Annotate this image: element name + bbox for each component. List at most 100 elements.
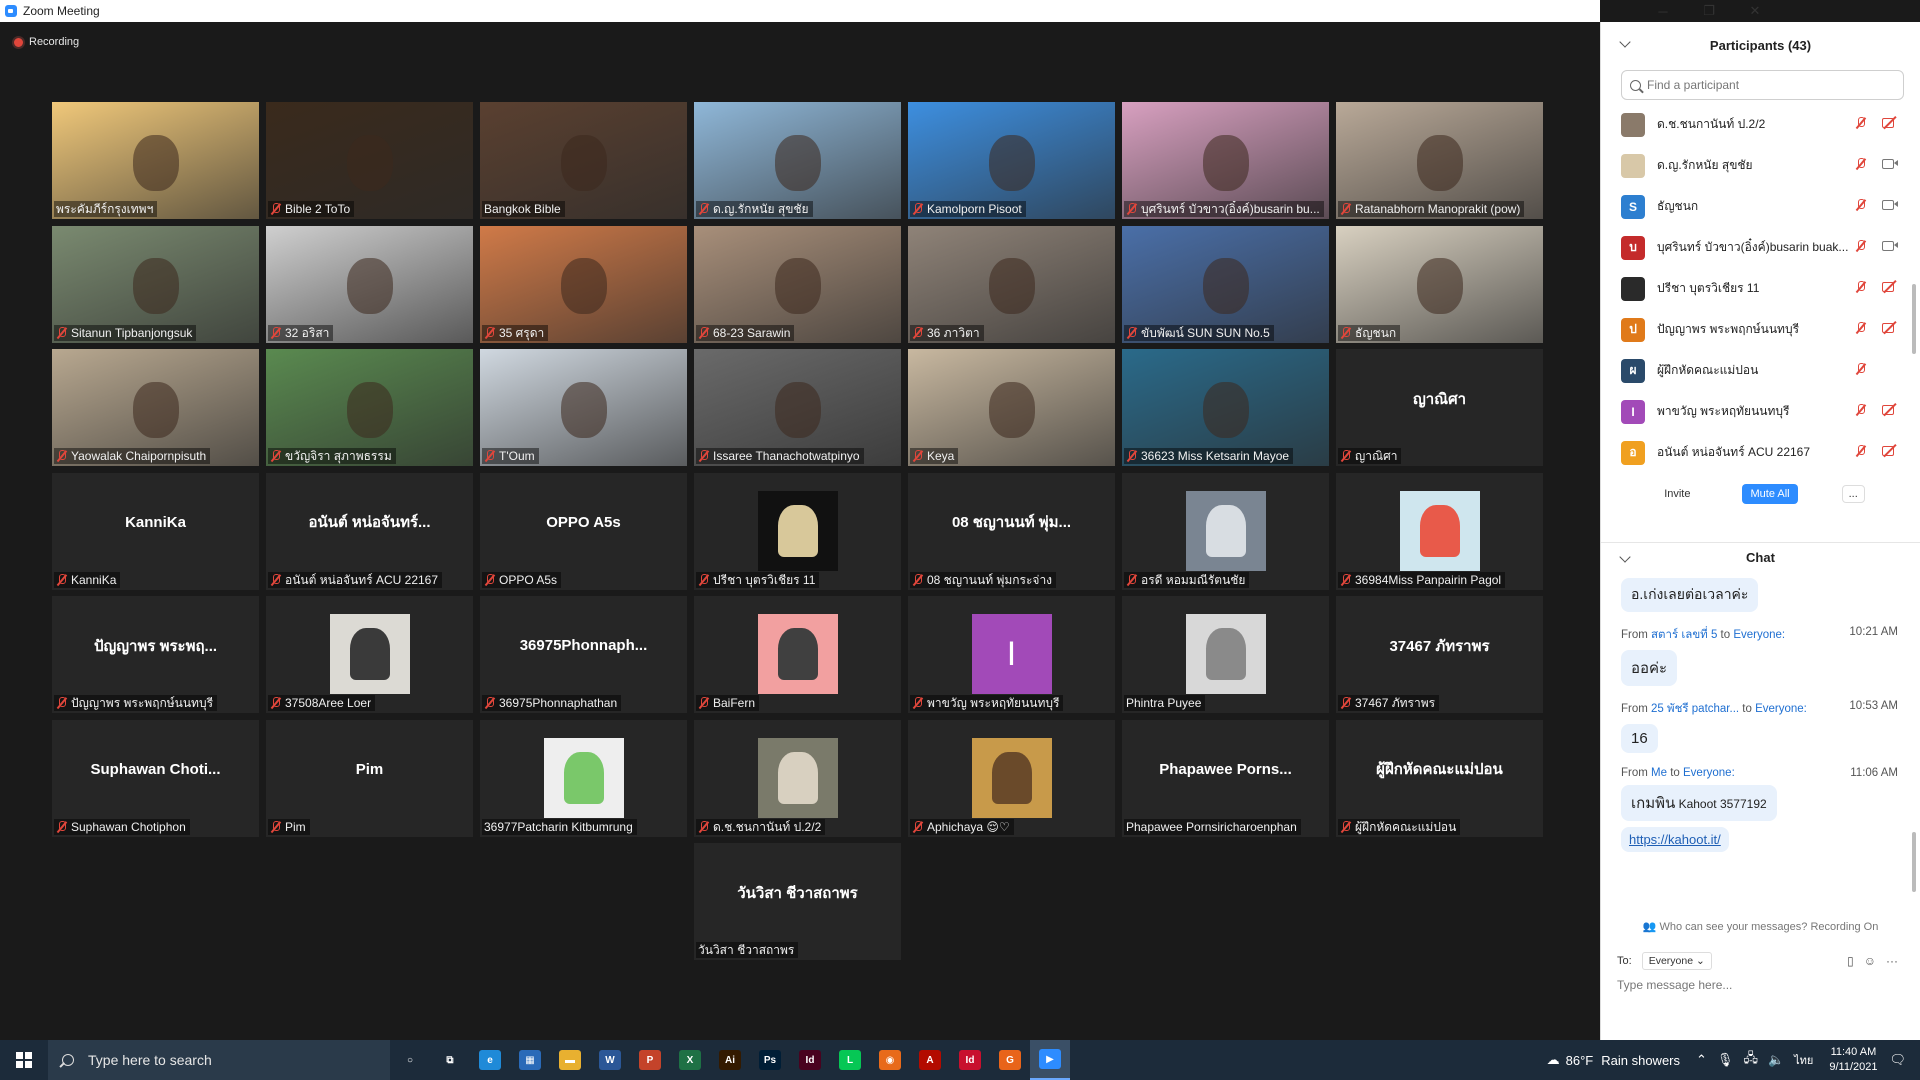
participant-video-tile[interactable]: ด.ญ.รักหนัย สุขชัย <box>694 102 901 219</box>
acrobat-taskbar-button[interactable]: A <box>910 1040 950 1080</box>
participant-video-tile[interactable]: Issaree Thanachotwatpinyo <box>694 349 901 466</box>
video-on-icon[interactable] <box>1882 240 1898 251</box>
participant-video-tile[interactable]: Bangkok Bible <box>480 102 687 219</box>
participant-video-tile[interactable]: Ratanabhorn Manoprakit (pow) <box>1336 102 1543 219</box>
chat-link[interactable]: https://kahoot.it/ <box>1621 827 1729 852</box>
video-off-icon[interactable] <box>1882 404 1898 415</box>
firefox-taskbar-button[interactable]: ◉ <box>870 1040 910 1080</box>
participant-video-tile[interactable]: ขวัญจิรา สุภาพธรรม <box>266 349 473 466</box>
word-taskbar-button[interactable]: W <box>590 1040 630 1080</box>
participant-video-tile[interactable]: ขับพัฒน์ SUN SUN No.5 <box>1122 225 1329 343</box>
indesign-taskbar-button[interactable]: Id <box>790 1040 830 1080</box>
video-off-icon[interactable] <box>1882 322 1898 333</box>
participant-video-tile[interactable]: อนันต์ หน่อจันทร์... อนันต์ หน่อจันทร์ AC… <box>266 472 473 590</box>
task-view-taskbar-button[interactable]: ⧉ <box>430 1040 470 1080</box>
participant-video-tile[interactable]: 36984Miss Panpairin Pagol <box>1336 472 1543 590</box>
language-indicator[interactable]: ไทย <box>1794 1051 1813 1069</box>
video-on-icon[interactable] <box>1882 199 1898 210</box>
grammarly-taskbar-button[interactable]: G <box>990 1040 1030 1080</box>
participant-video-tile[interactable]: BaiFern <box>694 596 901 713</box>
mic-muted-icon[interactable] <box>1855 240 1866 252</box>
recording-indicator[interactable]: Recording <box>14 36 79 48</box>
participant-video-tile[interactable]: 36 ภาวิตา <box>908 225 1115 343</box>
participant-video-tile[interactable]: วันวิสา ชีวาสถาพร วันวิสา ชีวาสถาพร <box>694 843 901 960</box>
mic-muted-icon[interactable] <box>1855 117 1866 129</box>
recipient-select[interactable]: Everyone ⌄ <box>1641 952 1712 970</box>
mic-muted-icon[interactable] <box>1855 281 1866 293</box>
collapse-chat-icon[interactable] <box>1619 551 1631 563</box>
chat-message-input[interactable] <box>1617 978 1897 992</box>
participant-row[interactable]: ป ปัญญาพร พระพฤกษ์นนทบุรี <box>1601 309 1920 350</box>
powerpoint-taskbar-button[interactable]: P <box>630 1040 670 1080</box>
participant-video-tile[interactable]: บุศรินทร์ บัวขาว(อิ๋งค์)busarin bu... <box>1122 102 1329 219</box>
file-icon[interactable]: ▯ <box>1847 954 1854 968</box>
participant-video-tile[interactable]: Kamolporn Pisoot <box>908 102 1115 219</box>
indesign-2-taskbar-button[interactable]: Id <box>950 1040 990 1080</box>
participant-video-tile[interactable]: I พาขวัญ พระหฤทัยนนทบุรี <box>908 596 1115 713</box>
participant-video-tile[interactable]: พระคัมภีร์กรุงเทพฯ <box>52 102 259 219</box>
participant-row[interactable]: I พาขวัญ พระหฤทัยนนทบุรี <box>1601 391 1920 432</box>
illustrator-taskbar-button[interactable]: Ai <box>710 1040 750 1080</box>
cortana-taskbar-button[interactable]: ○ <box>390 1040 430 1080</box>
network-icon[interactable]: 🖧 <box>1743 1049 1758 1071</box>
participant-video-tile[interactable]: อรดี หอมมณีรัตนชัย <box>1122 472 1329 590</box>
participants-scrollbar[interactable] <box>1912 284 1916 354</box>
mute-all-button[interactable]: Mute All <box>1742 484 1798 504</box>
participant-search[interactable] <box>1621 70 1904 100</box>
weather-text[interactable]: Rain showers <box>1601 1053 1680 1068</box>
microphone-icon[interactable]: 🎙 <box>1717 1052 1734 1068</box>
mic-muted-icon[interactable] <box>1855 199 1866 211</box>
chat-recipient[interactable]: Everyone: <box>1733 629 1785 641</box>
participant-video-tile[interactable]: ญาณิศา ญาณิศา <box>1336 349 1543 466</box>
participant-video-tile[interactable]: Bible 2 ToTo <box>266 102 473 219</box>
video-off-icon[interactable] <box>1882 445 1898 456</box>
participant-video-tile[interactable]: 36975Phonnaph... 36975Phonnaphathan <box>480 596 687 713</box>
participant-video-tile[interactable]: 37467 ภัทราพร 37467 ภัทราพร <box>1336 596 1543 713</box>
maximize-button[interactable]: ❐ <box>1686 0 1732 22</box>
participant-video-tile[interactable]: ผู้ฝึกหัดคณะแม่ปอน ผู้ฝึกหัดคณะแม่ปอน <box>1336 719 1543 837</box>
chat-sender[interactable]: Me <box>1651 767 1667 779</box>
participant-video-tile[interactable]: Phapawee Porns... Phapawee Pornsiricharoe… <box>1122 719 1329 837</box>
participant-video-tile[interactable]: OPPO A5s OPPO A5s <box>480 472 687 590</box>
mic-muted-icon[interactable] <box>1855 363 1866 375</box>
participant-row[interactable]: บ บุศรินทร์ บัวขาว(อิ๋งค์)busarin buak... <box>1601 227 1920 268</box>
participant-video-tile[interactable]: 35 ศรุดา <box>480 225 687 343</box>
invite-button[interactable]: Invite <box>1656 484 1698 504</box>
participant-video-tile[interactable]: 68-23 Sarawin <box>694 225 901 343</box>
mic-muted-icon[interactable] <box>1855 404 1866 416</box>
excel-taskbar-button[interactable]: X <box>670 1040 710 1080</box>
taskbar-search-input[interactable] <box>88 1052 368 1068</box>
participant-row[interactable]: ด.ช.ชนกานันท์ ป.2/2 <box>1601 104 1920 145</box>
participant-video-tile[interactable]: Phintra Puyee <box>1122 596 1329 713</box>
collapse-participants-icon[interactable] <box>1619 36 1631 48</box>
start-button[interactable] <box>0 1040 48 1080</box>
participant-video-tile[interactable]: Suphawan Choti... Suphawan Chotiphon <box>52 719 259 837</box>
clock[interactable]: 11:40 AM 9/11/2021 <box>1829 1045 1877 1075</box>
edge-taskbar-button[interactable]: e <box>470 1040 510 1080</box>
volume-icon[interactable]: 🔈 <box>1768 1052 1784 1068</box>
chat-sender[interactable]: สตาร์ เลขที่ 5 <box>1651 629 1717 641</box>
more-options-button[interactable]: ... <box>1841 485 1865 503</box>
participant-video-tile[interactable]: KanniKa KanniKa <box>52 472 259 590</box>
participant-row[interactable]: อ อนันต์ หน่อจันทร์ ACU 22167 <box>1601 432 1920 473</box>
participant-video-tile[interactable]: ปัญญาพร พระพฤ... ปัญญาพร พระพฤกษ์นนทบุรี <box>52 596 259 713</box>
more-icon[interactable]: ··· <box>1886 954 1898 968</box>
participant-row[interactable]: ผ ผู้ฝึกหัดคณะแม่ปอน <box>1601 350 1920 391</box>
who-can-see-link[interactable]: 👥 Who can see your messages? Recording O… <box>1601 920 1920 933</box>
mic-muted-icon[interactable] <box>1855 322 1866 334</box>
mic-muted-icon[interactable] <box>1855 445 1866 457</box>
video-off-icon[interactable] <box>1882 281 1898 292</box>
chat-recipient[interactable]: Everyone: <box>1683 767 1735 779</box>
participant-video-tile[interactable]: 37508Aree Loer <box>266 596 473 713</box>
video-off-icon[interactable] <box>1882 117 1898 128</box>
file-explorer-taskbar-button[interactable]: ▬ <box>550 1040 590 1080</box>
participant-video-tile[interactable]: Pim Pim <box>266 719 473 837</box>
participant-video-tile[interactable]: 36977Patcharin Kitbumrung <box>480 719 687 837</box>
participant-video-tile[interactable]: Aphichaya 😌♡ <box>908 719 1115 837</box>
photoshop-taskbar-button[interactable]: Ps <box>750 1040 790 1080</box>
participant-video-tile[interactable]: 08 ชญานนท์ พุ่ม... 08 ชญานนท์ พุ่มกระจ่าง <box>908 472 1115 590</box>
participant-video-tile[interactable]: 36623 Miss Ketsarin Mayoe <box>1122 349 1329 466</box>
participant-search-input[interactable] <box>1647 78 1887 92</box>
notifications-icon[interactable]: 🗨 <box>1889 1052 1906 1068</box>
participant-video-tile[interactable]: Sitanun Tipbanjongsuk <box>52 225 259 343</box>
